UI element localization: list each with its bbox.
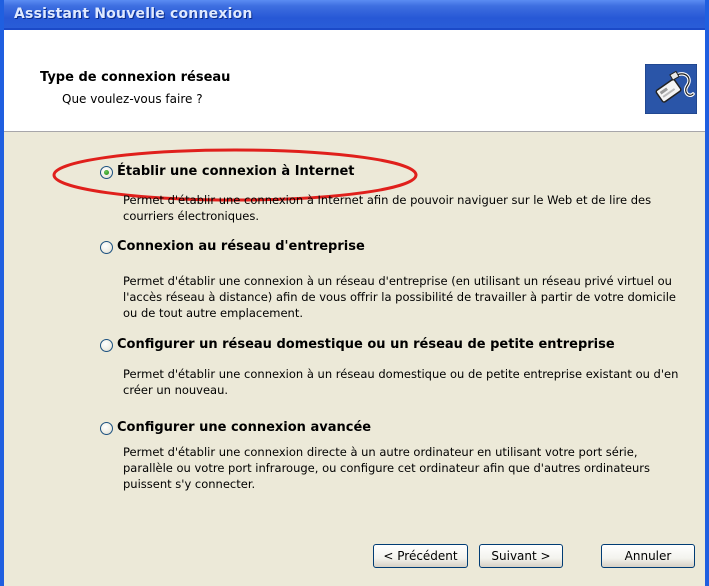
option-enterprise-label[interactable]: Connexion au réseau d'entreprise [117,239,365,254]
wizard-header: Type de connexion réseau Que voulez-vous… [4,30,705,132]
radio-home-network[interactable] [100,339,113,352]
network-connection-icon [645,64,697,114]
option-advanced-label[interactable]: Configurer une connexion avancée [117,420,371,435]
option-internet-label[interactable]: Établir une connexion à Internet [117,164,355,179]
option-enterprise-description: Permet d'établir une connexion à un rése… [123,274,676,320]
header-title: Type de connexion réseau [40,70,231,85]
option-advanced-description: Permet d'établir une connexion directe à… [123,445,650,491]
radio-advanced[interactable] [100,422,113,435]
title-bar[interactable]: Assistant Nouvelle connexion [4,0,705,30]
radio-internet[interactable] [100,166,113,179]
cancel-button[interactable]: Annuler [601,544,695,568]
option-home-network-description: Permet d'établir une connexion à un rése… [123,367,679,397]
window-title: Assistant Nouvelle connexion [14,6,253,22]
next-button[interactable]: Suivant > [479,544,563,568]
header-subtitle: Que voulez-vous faire ? [62,92,203,106]
radio-enterprise[interactable] [100,241,113,254]
option-internet-description: Permet d'établir une connexion à Interne… [123,193,652,223]
previous-button[interactable]: < Précédent [373,544,468,568]
wizard-window: Assistant Nouvelle connexion Type de con… [0,0,709,586]
option-home-network-label[interactable]: Configurer un réseau domestique ou un ré… [117,337,615,352]
